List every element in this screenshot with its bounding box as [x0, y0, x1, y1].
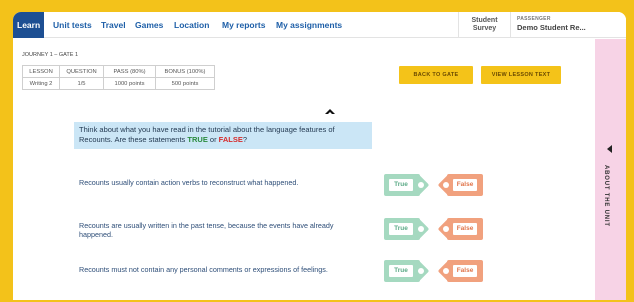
- table-header: QUESTION: [59, 65, 104, 78]
- tab-my-reports[interactable]: My reports: [222, 12, 265, 38]
- about-the-unit-label: ABOUT THE UNIT: [603, 165, 609, 227]
- false-label-1: False: [453, 179, 477, 191]
- table-cell: Writing 2: [22, 77, 60, 90]
- table-cell: 1000 points: [103, 77, 156, 90]
- table-header-row: LESSON QUESTION PASS (80%) BONUS (100%): [22, 65, 215, 78]
- table-row: Writing 2 1/5 1000 points 500 points: [22, 77, 215, 90]
- true-label-1: True: [389, 179, 413, 191]
- back-to-gate-button[interactable]: BACK TO GATE: [399, 66, 473, 84]
- false-option-1[interactable]: False: [437, 173, 483, 197]
- tab-games[interactable]: Games: [135, 12, 163, 38]
- table-header: PASS (80%): [103, 65, 156, 78]
- tag-hole-icon: [418, 268, 424, 274]
- tag-hole-icon: [443, 268, 449, 274]
- true-option-2[interactable]: True: [384, 217, 430, 241]
- tab-location[interactable]: Location: [174, 12, 209, 38]
- tab-travel[interactable]: Travel: [101, 12, 126, 38]
- false-option-3[interactable]: False: [437, 259, 483, 283]
- prompt-false-word: FALSE: [218, 135, 243, 144]
- false-label-2: False: [453, 223, 477, 235]
- prompt-true-word: TRUE: [187, 135, 208, 144]
- true-option-3[interactable]: True: [384, 259, 430, 283]
- prompt-or-word: or: [207, 135, 219, 144]
- view-lesson-text-button[interactable]: VIEW LESSON TEXT: [481, 66, 561, 84]
- tag-hole-icon: [418, 226, 424, 232]
- statement-1: Recounts usually contain action verbs to…: [79, 178, 299, 187]
- tag-hole-icon: [443, 226, 449, 232]
- lesson-stats-table: LESSON QUESTION PASS (80%) BONUS (100%) …: [22, 65, 215, 90]
- statement-2: Recounts are usually written in the past…: [79, 221, 334, 239]
- survey-label-line2: Survey: [472, 25, 497, 32]
- question-prompt: Think about what you have read in the tu…: [74, 122, 372, 149]
- passenger-label: PASSENGER: [517, 16, 551, 22]
- true-option-1[interactable]: True: [384, 173, 430, 197]
- prompt-end: ?: [242, 135, 248, 144]
- true-label-3: True: [389, 265, 413, 277]
- tag-hole-icon: [418, 182, 424, 188]
- false-label-3: False: [453, 265, 477, 277]
- statement-3: Recounts must not contain any personal c…: [79, 265, 328, 274]
- tag-hole-icon: [443, 182, 449, 188]
- true-label-2: True: [389, 223, 413, 235]
- journey-breadcrumb: JOURNEY 1 – GATE 1: [22, 52, 79, 58]
- tab-my-assignments[interactable]: My assignments: [276, 12, 342, 38]
- table-header: BONUS (100%): [155, 65, 215, 78]
- passenger-info: PASSENGER Demo Student Re...: [517, 16, 617, 32]
- table-header: LESSON: [22, 65, 60, 78]
- table-cell: 1/5: [59, 77, 104, 90]
- passenger-name: Demo Student Re...: [517, 23, 586, 32]
- tab-unit-tests[interactable]: Unit tests: [53, 12, 92, 38]
- false-option-2[interactable]: False: [437, 217, 483, 241]
- caret-inner-shape: [327, 112, 333, 115]
- survey-label-line1: Student: [471, 17, 498, 24]
- table-cell: 500 points: [155, 77, 215, 90]
- app-frame: Learn Unit tests Travel Games Location M…: [13, 12, 626, 300]
- about-the-unit-panel[interactable]: ABOUT THE UNIT: [595, 39, 626, 300]
- student-survey-button[interactable]: Student Survey: [458, 12, 511, 38]
- expand-arrow-icon[interactable]: [607, 145, 612, 153]
- top-nav: Learn Unit tests Travel Games Location M…: [13, 12, 626, 38]
- tab-learn[interactable]: Learn: [13, 12, 45, 38]
